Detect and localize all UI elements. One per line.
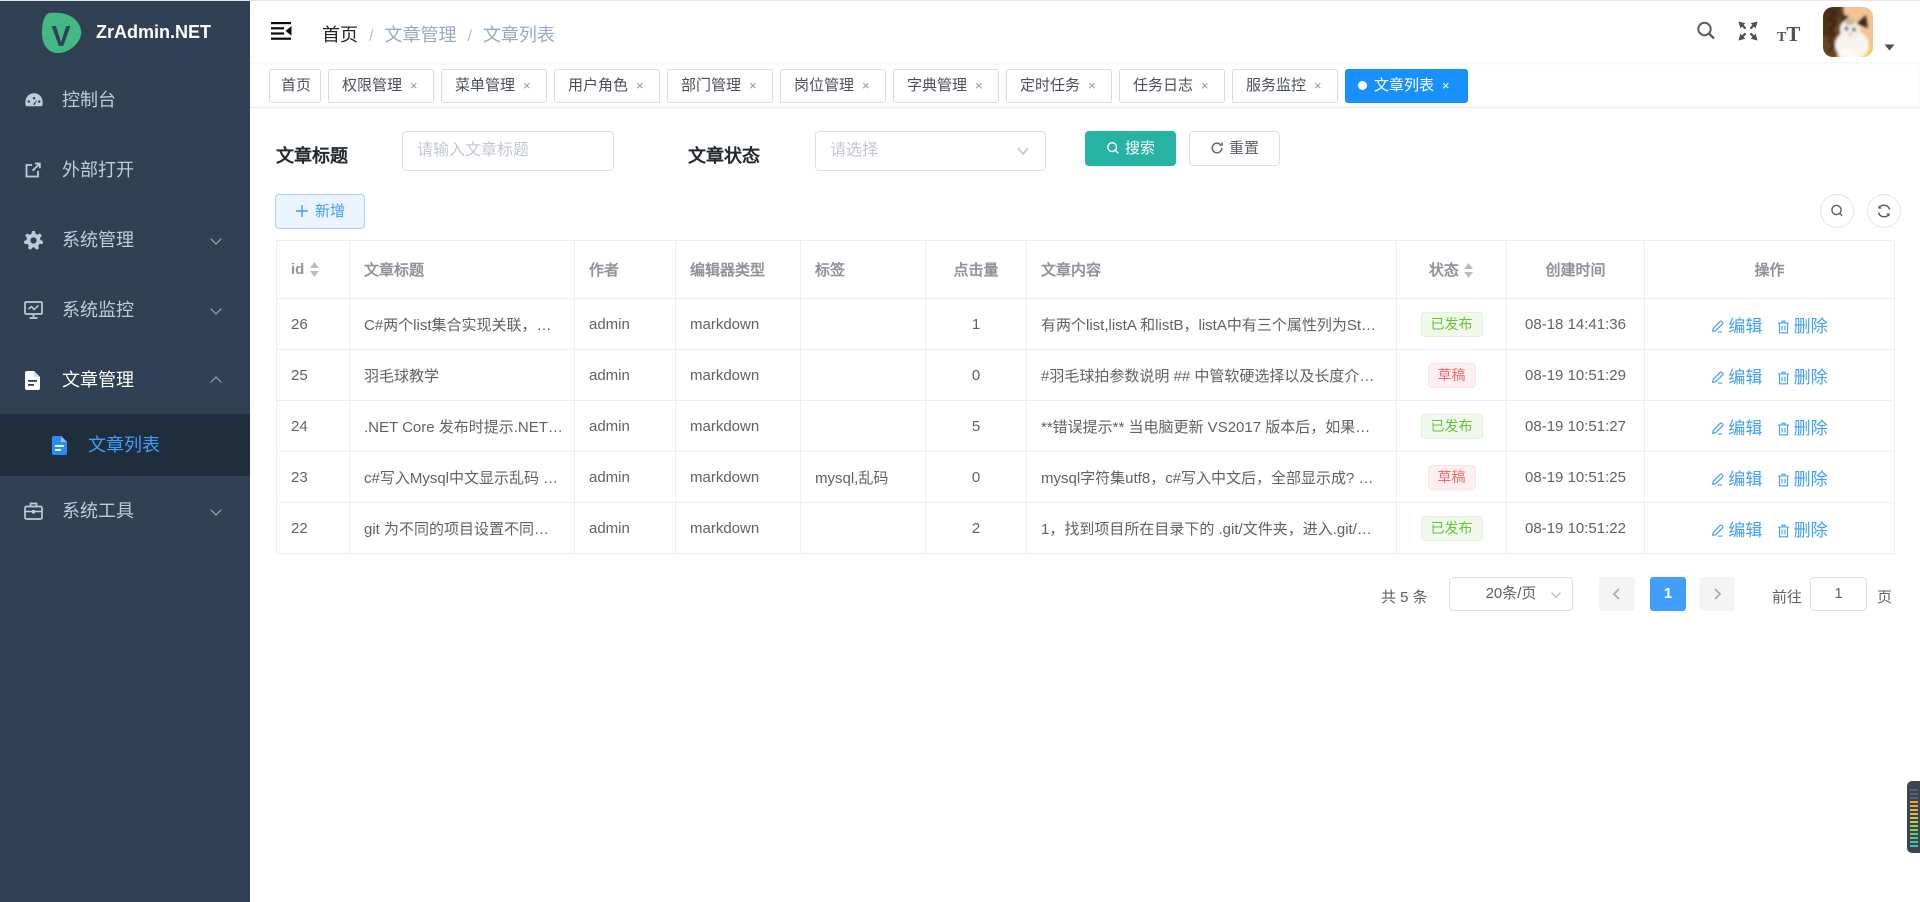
svg-text:V: V — [51, 21, 71, 53]
